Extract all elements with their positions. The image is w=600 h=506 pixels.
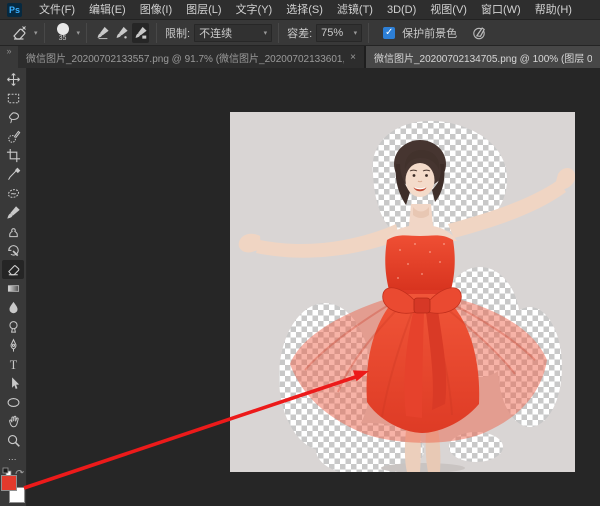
canvas-pasteboard (27, 68, 600, 506)
edit-toolbar-ellipsis-icon[interactable]: … (8, 453, 19, 462)
default-colors-controls (1, 464, 25, 474)
history-brush-tool[interactable] (2, 241, 24, 260)
crop-tool[interactable] (2, 146, 24, 165)
pen-pressure-icon[interactable] (471, 25, 487, 41)
limit-label: 限制: (165, 25, 190, 41)
tolerance-label: 容差: (287, 25, 312, 41)
shape-tool[interactable] (2, 393, 24, 412)
zoom-tool[interactable] (2, 431, 24, 450)
menu-bar: Ps 文件(F) 编辑(E) 图像(I) 图层(L) 文字(Y) 选择(S) 滤… (0, 0, 600, 20)
hand-tool[interactable] (2, 412, 24, 431)
sampling-background-swatch-button[interactable] (132, 23, 149, 43)
options-bar: ▾ 35 ▾ 限制: 不连续 ▾ 容差: 75% ▾ (0, 20, 600, 46)
brush-size-value: 35 (59, 35, 67, 43)
menu-filter[interactable]: 滤镜(T) (330, 0, 380, 20)
menu-edit[interactable]: 编辑(E) (82, 0, 133, 20)
healing-brush-tool[interactable] (2, 184, 24, 203)
divider (44, 23, 45, 43)
divider (156, 23, 157, 43)
type-tool[interactable]: T (2, 355, 24, 374)
limit-value: 不连续 (199, 25, 232, 41)
color-swatches (0, 475, 26, 503)
brush-picker-chevron-icon[interactable]: ▾ (77, 29, 81, 37)
divider (86, 23, 87, 43)
document-tab-1[interactable]: 微信图片_20200702133557.png @ 91.7% (微信图片_20… (18, 46, 366, 68)
background-eraser-tool-icon[interactable] (6, 24, 32, 42)
tab-close-icon[interactable]: × (350, 52, 356, 63)
tolerance-dropdown[interactable]: 75% ▾ (316, 24, 362, 42)
chevron-down-icon: ▾ (354, 29, 358, 37)
brush-tool[interactable] (2, 203, 24, 222)
protect-foreground-checkbox[interactable]: ✓ (383, 27, 395, 39)
divider (368, 23, 369, 43)
tool-preset-chevron-icon[interactable]: ▾ (34, 29, 38, 37)
tolerance-value: 75% (321, 27, 343, 39)
gradient-tool[interactable] (2, 279, 24, 298)
lasso-tool[interactable] (2, 108, 24, 127)
blur-tool[interactable] (2, 298, 24, 317)
divider (278, 23, 279, 43)
tools-panel: T … (0, 68, 27, 506)
workspace: T … (0, 68, 600, 506)
sampling-continuous-button[interactable] (94, 23, 111, 43)
move-tool[interactable] (2, 70, 24, 89)
menu-3d[interactable]: 3D(D) (380, 0, 423, 20)
document-tab-bar: » 微信图片_20200702133557.png @ 91.7% (微信图片_… (0, 46, 600, 68)
sampling-once-button[interactable] (113, 23, 130, 43)
menu-select[interactable]: 选择(S) (279, 0, 330, 20)
menu-window[interactable]: 窗口(W) (474, 0, 528, 20)
quick-selection-tool[interactable] (2, 127, 24, 146)
canvas-photo[interactable] (230, 112, 575, 472)
path-selection-tool[interactable] (2, 374, 24, 393)
menu-view[interactable]: 视图(V) (423, 0, 474, 20)
foreground-color-swatch[interactable] (1, 475, 17, 491)
eyedropper-tool[interactable] (2, 165, 24, 184)
marquee-tool[interactable] (2, 89, 24, 108)
menu-help[interactable]: 帮助(H) (528, 0, 579, 20)
photoshop-logo: Ps (7, 3, 22, 17)
menu-image[interactable]: 图像(I) (133, 0, 179, 20)
tab-title: 微信图片_20200702133557.png @ 91.7% (微信图片_20… (26, 50, 344, 65)
brush-circle-icon (57, 23, 69, 35)
menu-type[interactable]: 文字(Y) (229, 0, 280, 20)
background-eraser-tool[interactable] (2, 260, 24, 279)
clone-stamp-tool[interactable] (2, 222, 24, 241)
toolbar-collapse-icon[interactable]: » (0, 46, 18, 68)
protect-foreground-label: 保护前景色 (402, 25, 457, 41)
menu-file[interactable]: 文件(F) (32, 0, 82, 20)
menu-layer[interactable]: 图层(L) (179, 0, 228, 20)
dodge-tool[interactable] (2, 317, 24, 336)
brush-preview[interactable]: 35 (51, 23, 75, 43)
svg-text:T: T (9, 358, 17, 372)
chevron-down-icon: ▾ (264, 29, 268, 37)
swap-colors-icon (16, 470, 24, 474)
document-tab-2-active[interactable]: 微信图片_20200702134705.png @ 100% (图层 0, RG… (366, 46, 600, 68)
tab-title: 微信图片_20200702134705.png @ 100% (图层 0, RG… (374, 50, 592, 65)
limit-dropdown[interactable]: 不连续 ▾ (194, 24, 272, 42)
pen-tool[interactable] (2, 336, 24, 355)
